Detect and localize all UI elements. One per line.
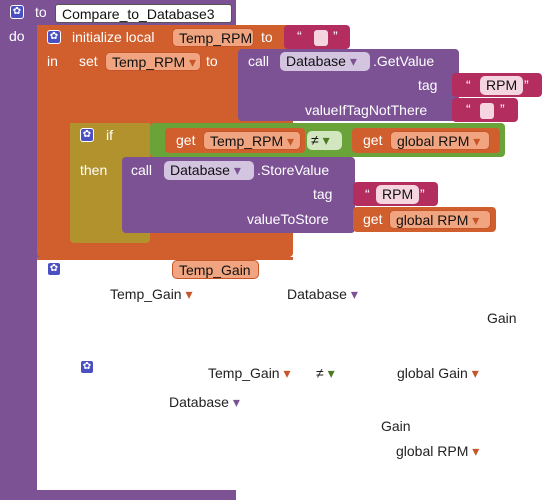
database-dropdown[interactable]: Database ▾ (287, 286, 358, 303)
compare-operator-dropdown[interactable]: ≠ ▾ (307, 131, 342, 150)
if-right-chevron-down-icon: ▾ (473, 133, 481, 149)
storevalue-var-dropdown[interactable]: global RPM ▾ (389, 210, 491, 229)
storevalue-value-label: valueToStore (247, 211, 329, 227)
storevalue-chevron-down-icon: ▾ (233, 162, 241, 178)
getvalue-method-label: .GetValue (373, 53, 435, 69)
getvalue-call-label: call (248, 53, 270, 69)
if-label: if (106, 127, 113, 143)
compare-right-name: global Gain (397, 365, 468, 381)
storevalue-chevron-down-icon-2: ▾ (472, 212, 480, 228)
gain-text[interactable]: Gain (487, 310, 517, 326)
compare-right-dropdown[interactable]: global Gain ▾ (397, 365, 479, 382)
getvalue-valueif-label: valueIfTagNotThere (305, 102, 428, 118)
temp-gain-dropdown[interactable]: Temp_Gain ▾ (110, 286, 193, 303)
procedure-gear-icon[interactable]: ✿ (10, 5, 24, 19)
second-block-var-field[interactable]: Temp_Gain (172, 260, 259, 279)
compare-chevron-down-icon: ▾ (322, 132, 330, 148)
global-rpm-name: global RPM (396, 443, 469, 459)
init-text-field[interactable] (314, 30, 328, 46)
if-right-var-dropdown[interactable]: global RPM ▾ (390, 131, 490, 150)
if-left-chevron-down-icon: ▾ (287, 133, 295, 149)
set-var-chevron-down-icon: ▾ (189, 54, 197, 70)
init-local-label: initialize local (72, 29, 155, 45)
database-name: Database (287, 286, 347, 302)
compare-op-chevron-down-icon: ▾ (327, 365, 335, 381)
init-quote-close: ” (333, 28, 338, 44)
storevalue-component-name: Database (170, 162, 230, 178)
storevalue-call-label: call (131, 162, 153, 178)
storevalue-tag-quote-open: “ (365, 186, 370, 202)
compare-op-dropdown[interactable]: ≠ ▾ (316, 365, 335, 382)
getvalue-tag-label: tag (418, 77, 438, 93)
getvalue-component-name: Database (286, 53, 346, 69)
set-label: set (79, 53, 98, 69)
set-var-dropdown[interactable]: Temp_RPM ▾ (105, 52, 201, 71)
init-local-to-label: to (261, 29, 273, 45)
procedure-do-label: do (9, 28, 25, 44)
getvalue-default-field[interactable] (480, 103, 494, 119)
getvalue-chevron-down-icon: ▾ (349, 53, 357, 69)
set-to-label: to (206, 53, 218, 69)
getvalue-tag-field[interactable]: RPM (480, 76, 524, 95)
database-name-2: Database (169, 394, 229, 410)
init-local-gear-icon[interactable]: ✿ (47, 30, 61, 44)
if-gear-icon[interactable]: ✿ (80, 128, 94, 142)
init-local-in-label: in (47, 53, 58, 69)
storevalue-get-label: get (363, 211, 383, 227)
storevalue-tag-label: tag (313, 186, 333, 202)
storevalue-tag-field[interactable]: RPM (376, 185, 420, 204)
getvalue-tag-quote-open: “ (466, 77, 471, 93)
database-2-chevron-down-icon: ▾ (232, 394, 240, 410)
storevalue-method-label: .StoreValue (257, 162, 330, 178)
procedure-name-field[interactable]: Compare_to_Database3 (55, 4, 232, 23)
init-quote-open: “ (297, 28, 302, 44)
temp-gain-name: Temp_Gain (110, 286, 182, 302)
database-dropdown-2[interactable]: Database ▾ (169, 394, 240, 411)
getvalue-default-quote-close: ” (500, 101, 505, 117)
compare-left-name: Temp_Gain (208, 365, 280, 381)
set-var-name: Temp_RPM (112, 54, 186, 70)
getvalue-default-quote-open: “ (466, 101, 471, 117)
getvalue-tag-quote-close: ” (524, 77, 529, 93)
procedure-to-label: to (35, 4, 47, 20)
second-if-gear-icon[interactable]: ✿ (80, 360, 94, 374)
gain-text-2[interactable]: Gain (381, 418, 411, 434)
if-left-var-dropdown[interactable]: Temp_RPM ▾ (203, 131, 301, 150)
temp-gain-chevron-down-icon: ▾ (185, 286, 193, 302)
storevalue-var-name: global RPM (396, 212, 469, 228)
if-right-get-label: get (363, 132, 383, 148)
if-left-var-name: Temp_RPM (210, 133, 284, 149)
global-rpm-chevron-down-icon: ▾ (472, 443, 480, 459)
compare-op: ≠ (316, 365, 324, 381)
if-left-get-label: get (176, 132, 196, 148)
storevalue-component-dropdown[interactable]: Database ▾ (164, 161, 254, 180)
second-block-gear-icon[interactable]: ✿ (47, 262, 61, 276)
database-chevron-down-icon: ▾ (350, 286, 358, 302)
compare-left-chevron-down-icon: ▾ (283, 365, 291, 381)
getvalue-component-dropdown[interactable]: Database ▾ (280, 52, 370, 71)
global-rpm-dropdown[interactable]: global RPM ▾ (396, 443, 479, 460)
init-local-var-field[interactable]: Temp_RPM (172, 28, 254, 47)
then-label: then (80, 162, 108, 178)
compare-operator: ≠ (311, 132, 319, 148)
storevalue-tag-quote-close: ” (420, 186, 425, 202)
compare-right-chevron-down-icon: ▾ (471, 365, 479, 381)
compare-left-dropdown[interactable]: Temp_Gain ▾ (208, 365, 291, 382)
if-right-var-name: global RPM (397, 133, 470, 149)
